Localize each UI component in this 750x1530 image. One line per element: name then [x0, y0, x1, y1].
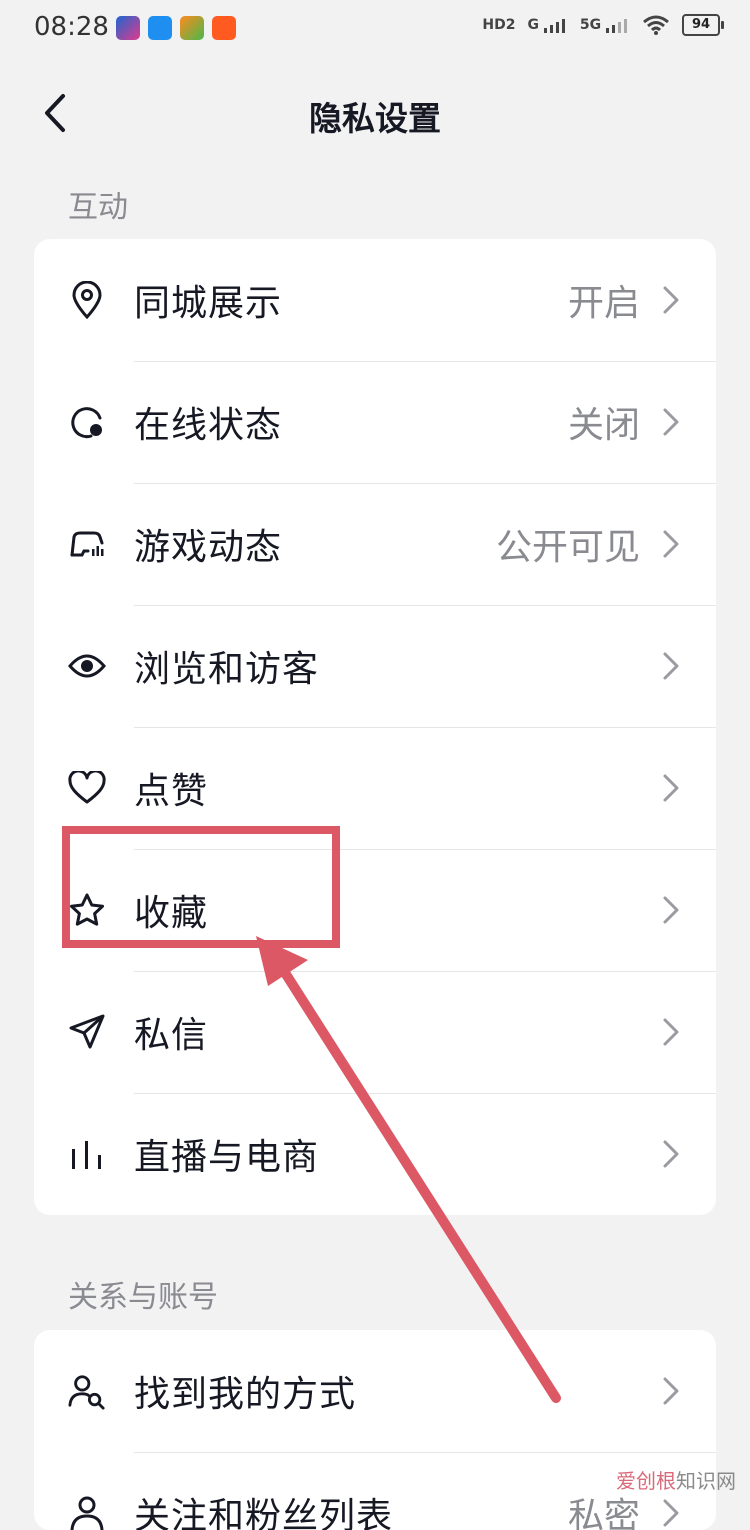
chevron-right-icon — [663, 530, 679, 558]
status-time: 08:28 — [34, 12, 109, 42]
setting-row-browse-visitors[interactable]: 浏览和访客 — [34, 605, 716, 727]
hd-indicator: HD2 — [482, 17, 516, 33]
setting-value: 关闭 — [567, 405, 640, 446]
setting-row-follow-list[interactable]: 关注和粉丝列表 私密 — [34, 1452, 716, 1530]
heart-icon — [68, 769, 106, 807]
setting-row-online-status[interactable]: 在线状态 关闭 — [34, 361, 716, 483]
relationship-settings-card: 找到我的方式 关注和粉丝列表 私密 — [34, 1330, 716, 1530]
user-icon — [68, 1494, 106, 1530]
chevron-right-icon — [663, 286, 679, 314]
setting-row-nearby[interactable]: 同城展示 开启 — [34, 239, 716, 361]
setting-row-game-activity[interactable]: 游戏动态 公开可见 — [34, 483, 716, 605]
setting-row-likes[interactable]: 点赞 — [34, 727, 716, 849]
chevron-right-icon — [663, 1499, 679, 1527]
chevron-right-icon — [663, 1140, 679, 1168]
interaction-settings-card: 同城展示 开启 在线状态 关闭 游戏动态 公开可见 浏览和访客 点赞 收藏 私信… — [34, 239, 716, 1215]
status-bar: 08:28 HD2 G 5G 94 — [0, 0, 750, 58]
setting-label: 游戏动态 — [134, 527, 283, 568]
setting-label: 点赞 — [134, 771, 209, 812]
section-header-interaction: 互动 — [68, 190, 128, 225]
location-pin-icon — [68, 281, 106, 319]
app-notification-icon — [212, 16, 236, 40]
setting-label: 关注和粉丝列表 — [134, 1496, 394, 1530]
setting-label: 私信 — [134, 1015, 209, 1056]
chevron-right-icon — [663, 896, 679, 924]
setting-row-messages[interactable]: 私信 — [34, 971, 716, 1093]
eye-icon — [68, 647, 106, 685]
setting-label: 直播与电商 — [134, 1137, 320, 1178]
chevron-right-icon — [663, 1377, 679, 1405]
battery-icon: 94 — [682, 14, 724, 36]
bar-chart-icon — [68, 1135, 106, 1173]
star-icon — [68, 891, 106, 929]
signal-5g-icon: 5G — [580, 17, 630, 33]
setting-value: 开启 — [567, 283, 640, 324]
watermark-rest: 知识网 — [676, 1469, 736, 1493]
signal-icon: G — [528, 17, 568, 33]
app-notification-icon — [116, 16, 140, 40]
app-notification-icon — [180, 16, 204, 40]
chevron-right-icon — [663, 1018, 679, 1046]
online-status-icon — [68, 403, 106, 441]
setting-label: 在线状态 — [134, 405, 283, 446]
setting-label: 同城展示 — [134, 283, 283, 324]
section-header-relationship: 关系与账号 — [68, 1280, 218, 1315]
chevron-right-icon — [663, 652, 679, 680]
watermark-accent: 爱创根 — [616, 1469, 676, 1493]
setting-value: 公开可见 — [495, 527, 640, 568]
setting-row-favorites[interactable]: 收藏 — [34, 849, 716, 971]
setting-row-live-ecommerce[interactable]: 直播与电商 — [34, 1093, 716, 1215]
setting-label: 收藏 — [134, 893, 209, 934]
find-user-icon — [68, 1372, 106, 1410]
page-title: 隐私设置 — [309, 99, 441, 138]
app-notification-icon — [148, 16, 172, 40]
setting-label: 浏览和访客 — [134, 649, 320, 690]
setting-label: 找到我的方式 — [134, 1374, 357, 1415]
send-icon — [68, 1013, 106, 1051]
status-indicators: HD2 G 5G 94 — [482, 14, 724, 36]
setting-row-find-me[interactable]: 找到我的方式 — [34, 1330, 716, 1452]
nav-bar: 隐私设置 — [0, 68, 750, 160]
gamepad-icon — [68, 525, 106, 563]
chevron-right-icon — [663, 774, 679, 802]
chevron-right-icon — [663, 408, 679, 436]
wifi-icon — [643, 15, 669, 35]
notification-app-icons — [116, 16, 236, 40]
watermark: 爱创根知识网 — [616, 1465, 736, 1494]
